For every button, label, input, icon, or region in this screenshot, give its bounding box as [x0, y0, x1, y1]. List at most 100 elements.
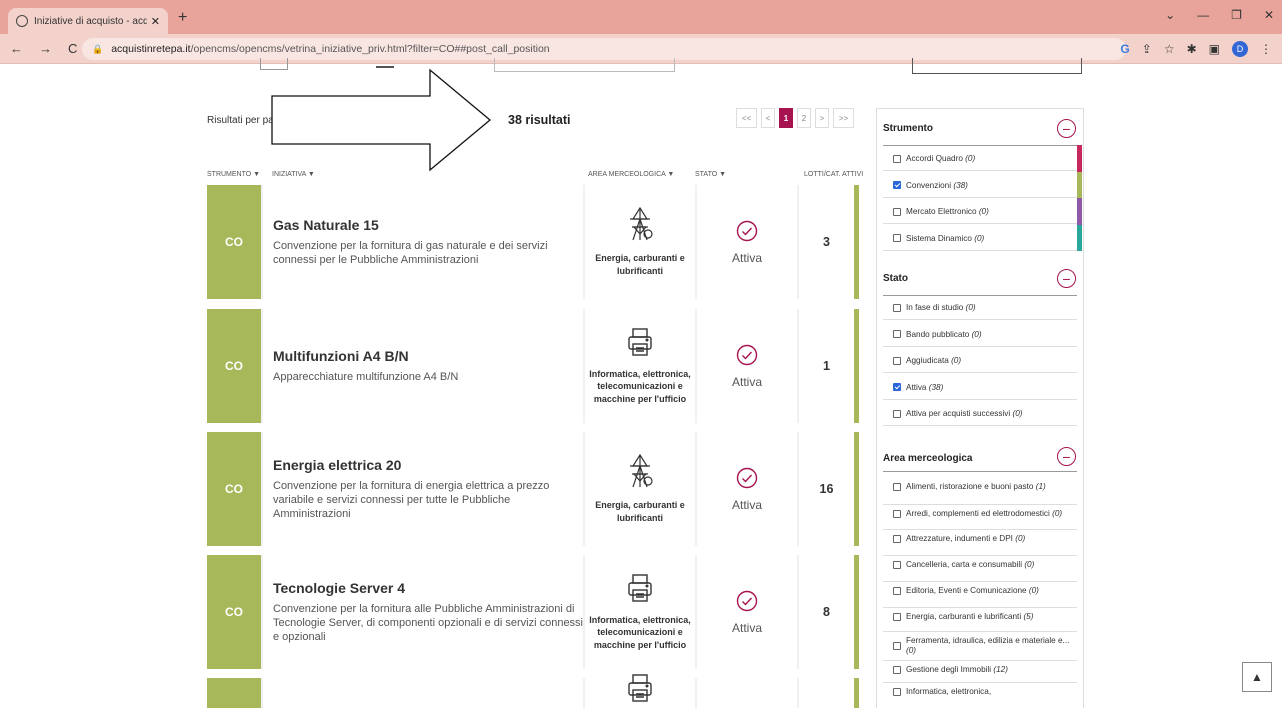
checkbox[interactable]: [893, 154, 901, 163]
option-divider: [883, 607, 1077, 608]
reload-icon[interactable]: C: [68, 41, 77, 56]
restore-icon[interactable]: ❐: [1231, 8, 1242, 22]
filter-option[interactable]: Convenzioni (38): [893, 181, 1073, 190]
checkbox[interactable]: [893, 510, 901, 518]
lotti-count: [799, 678, 854, 708]
filter-option[interactable]: Alimenti, ristorazione e buoni pasto (1): [893, 482, 1073, 492]
filter-option[interactable]: Attrezzature, indumenti e DPI (0): [893, 534, 1073, 544]
option-divider: [883, 170, 1077, 171]
option-label: Arredi, complementi ed elettrodomestici …: [906, 509, 1063, 518]
pager-page-2[interactable]: 2: [797, 108, 811, 128]
table-row[interactable]: CO Gas Naturale 15 Convenzione per la fo…: [207, 185, 859, 299]
filter-option[interactable]: Mercato Elettronico (0): [893, 207, 1073, 216]
pager-last[interactable]: >>: [833, 108, 854, 128]
chevron-up-icon: ▲: [1251, 670, 1263, 684]
chevron-down-icon[interactable]: ⌄: [1165, 8, 1175, 22]
iniziativa-cell[interactable]: Gas Naturale 15 Convenzione per la forni…: [263, 185, 583, 299]
pager-prev[interactable]: <: [761, 108, 775, 128]
checkbox[interactable]: [893, 483, 901, 491]
checkbox[interactable]: [893, 561, 901, 569]
option-divider: [883, 398, 1077, 400]
puzzle-icon[interactable]: ✱: [1187, 42, 1197, 56]
checkbox[interactable]: [893, 303, 901, 312]
header-stato[interactable]: STATO ▼: [695, 171, 726, 178]
checkbox[interactable]: [893, 587, 901, 595]
table-row[interactable]: CO Tecnologie Server 4 Convenzione per l…: [207, 555, 859, 669]
iniziativa-title[interactable]: Gas Naturale 15: [273, 217, 583, 233]
filter-option[interactable]: Energia, carburanti e lubrificanti (5): [893, 612, 1073, 622]
iniziativa-cell[interactable]: Multifunzioni A4 B/N Apparecchiature mul…: [263, 309, 583, 423]
filter-option[interactable]: Editoria, Eventi e Comunicazione (0): [893, 586, 1073, 596]
sidepanel-icon[interactable]: ▣: [1209, 42, 1220, 56]
collapse-icon[interactable]: −: [1057, 269, 1076, 288]
checkbox[interactable]: [893, 642, 901, 650]
new-tab-icon[interactable]: +: [178, 9, 187, 27]
google-icon[interactable]: G: [1120, 42, 1129, 56]
iniziativa-cell[interactable]: [263, 678, 583, 708]
filter-option[interactable]: Sistema Dinamico (0): [893, 234, 1073, 243]
filter-option[interactable]: Accordi Quadro (0): [893, 154, 1073, 163]
check-circle-icon: [736, 467, 758, 494]
checkbox[interactable]: [893, 666, 901, 674]
filter-option[interactable]: Aggiudicata (0): [893, 356, 1073, 365]
close-tab-icon[interactable]: ✕: [151, 15, 160, 28]
checkbox[interactable]: [893, 535, 901, 543]
iniziativa-cell[interactable]: Energia elettrica 20 Convenzione per la …: [263, 432, 583, 546]
profile-avatar[interactable]: D: [1232, 41, 1248, 57]
checkbox[interactable]: [893, 330, 901, 338]
iniziativa-title[interactable]: Energia elettrica 20: [273, 457, 583, 473]
header-iniziativa[interactable]: INIZIATIVA ▼: [272, 171, 315, 178]
forward-icon[interactable]: →: [39, 41, 52, 56]
table-row[interactable]: CO Multifunzioni A4 B/N Apparecchiature …: [207, 309, 859, 423]
close-window-icon[interactable]: ✕: [1264, 8, 1274, 22]
pager-first[interactable]: <<: [736, 108, 757, 128]
minimize-icon[interactable]: —: [1197, 8, 1209, 22]
checkbox[interactable]: [893, 207, 901, 216]
strumento-badge: CO: [207, 555, 261, 669]
iniziativa-desc: Convenzione per la fornitura di gas natu…: [273, 240, 548, 266]
list-icon[interactable]: [376, 58, 394, 68]
pager-next[interactable]: >: [815, 108, 829, 128]
menu-icon[interactable]: ⋮: [1260, 42, 1272, 56]
star-icon[interactable]: ☆: [1164, 42, 1175, 56]
filter-option[interactable]: Bando pubblicato (0): [893, 330, 1073, 339]
filter-option[interactable]: Gestione degli Immobili (12): [893, 665, 1073, 675]
back-icon[interactable]: ←: [10, 41, 23, 56]
share-icon[interactable]: ⇪: [1142, 42, 1152, 56]
collapse-icon[interactable]: −: [1057, 447, 1076, 466]
search-input[interactable]: [494, 58, 675, 72]
energy-tower-icon: [627, 206, 653, 246]
filter-option[interactable]: Attiva per acquisti successivi (0): [893, 409, 1073, 418]
iniziativa-title[interactable]: Multifunzioni A4 B/N: [273, 348, 583, 364]
header-area[interactable]: AREA MERCEOLOGICA ▼: [588, 171, 674, 178]
collapse-icon[interactable]: −: [1057, 119, 1076, 138]
filter-option[interactable]: Attiva (38): [893, 383, 1073, 392]
table-row[interactable]: CO Energia elettrica 20 Convenzione per …: [207, 432, 859, 546]
checkbox[interactable]: [893, 409, 901, 418]
checkbox[interactable]: [893, 234, 901, 242]
pager-current[interactable]: 1: [779, 108, 793, 128]
filter-option[interactable]: Informatica, elettronica,: [893, 687, 1073, 697]
iniziativa-cell[interactable]: Tecnologie Server 4 Convenzione per la f…: [263, 555, 583, 669]
url-input[interactable]: 🔒 acquistinretepa.it/opencms/opencms/vet…: [82, 38, 1126, 60]
url-domain: acquistinretepa.it: [111, 43, 191, 55]
browser-tab[interactable]: Iniziative di acquisto - acquistinr ✕: [8, 8, 168, 34]
filter-option[interactable]: In fase di studio (0): [893, 303, 1073, 312]
filter-button[interactable]: [912, 58, 1082, 74]
section-title: Strumento: [883, 123, 933, 134]
iniziativa-title[interactable]: Tecnologie Server 4: [273, 580, 583, 596]
checkbox[interactable]: [893, 356, 901, 365]
checkbox[interactable]: [893, 181, 901, 189]
filter-option[interactable]: Cancelleria, carta e consumabili (0): [893, 560, 1073, 570]
filter-sidebar: Strumento − Stato − Area merceologica − …: [876, 108, 1084, 708]
nav-buttons: ← → C: [10, 41, 77, 56]
header-strumento[interactable]: STRUMENTO ▼: [207, 171, 260, 178]
checkbox[interactable]: [893, 688, 901, 696]
checkbox[interactable]: [893, 613, 901, 621]
scroll-top-button[interactable]: ▲: [1242, 662, 1272, 692]
filter-option[interactable]: Arredi, complementi ed elettrodomestici …: [893, 509, 1073, 519]
checkbox[interactable]: [893, 383, 901, 391]
table-row[interactable]: [207, 673, 859, 708]
filter-option[interactable]: Ferramenta, idraulica, edilizia e materi…: [893, 636, 1073, 656]
option-label: Attiva per acquisti successivi (0): [906, 409, 1023, 418]
